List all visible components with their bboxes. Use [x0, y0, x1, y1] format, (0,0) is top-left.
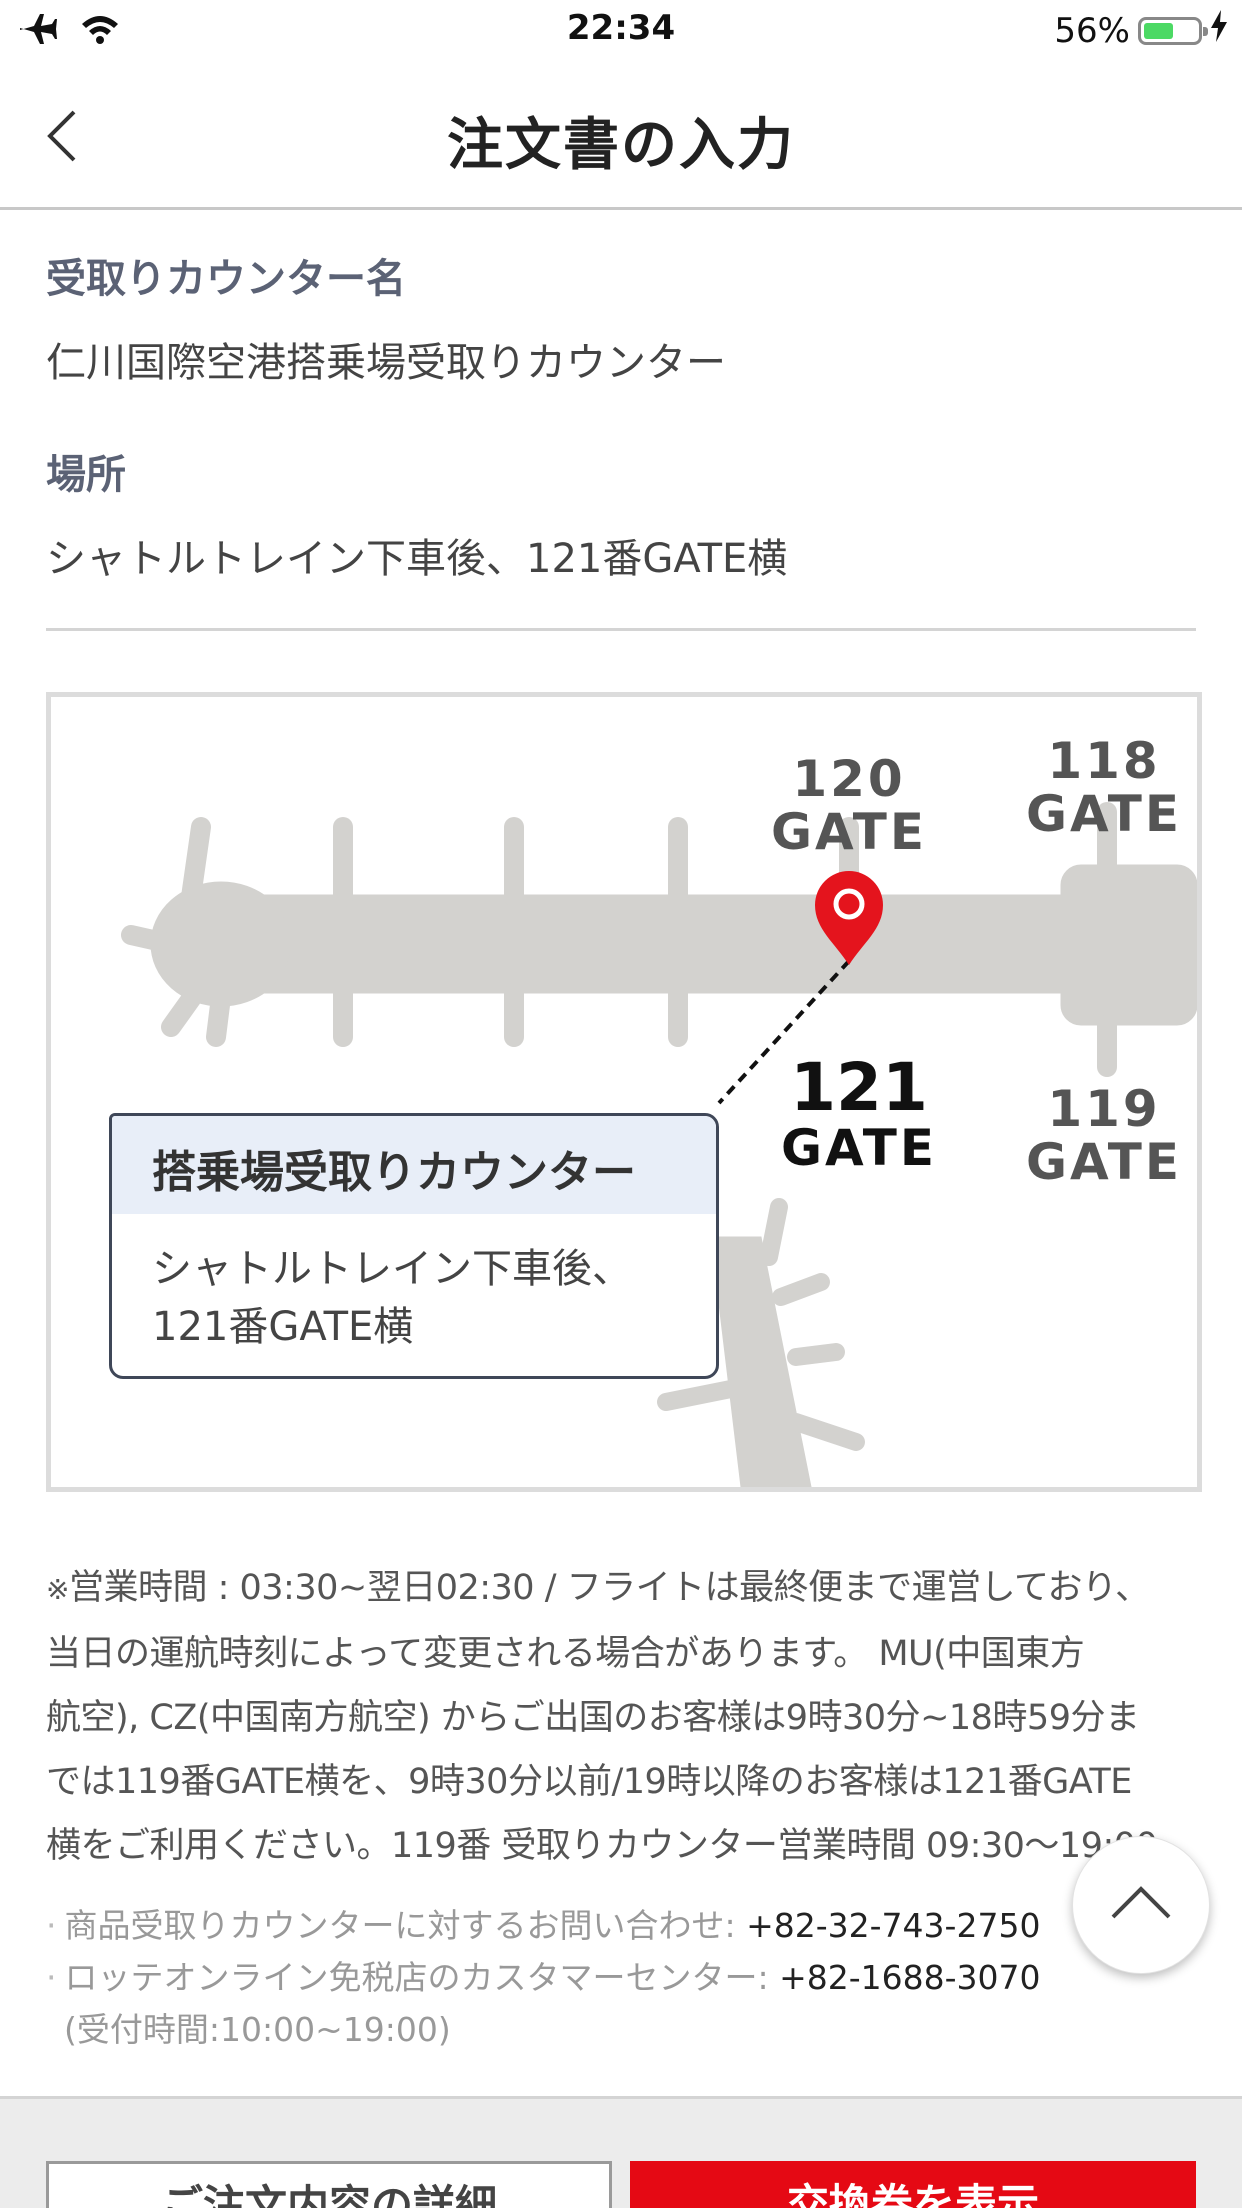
inquiry-line: · 商品受取りカウンターに対するお問い合わせ: +82-32-743-2750	[46, 1906, 1041, 1945]
counter-name-value: 仁川国際空港搭乗場受取りカウンター	[46, 340, 726, 386]
customer-center-label: ロッテオンライン免税店のカスタマーセンター:	[64, 1958, 780, 1997]
status-bar: 22:34 56%	[0, 0, 1242, 62]
location-value: シャトルトレイン下車後、121番GATE横	[46, 536, 788, 582]
show-voucher-button[interactable]: 交換券を表示	[630, 2161, 1196, 2208]
charging-bolt-icon	[1210, 10, 1228, 51]
gate-118-label: 118 GATE	[1025, 732, 1183, 843]
pickup-counter-callout: 搭乗場受取りカウンター シャトルトレイン下車後、 121番GATE横	[109, 1113, 719, 1379]
location-section: 場所	[46, 442, 1196, 500]
order-details-button[interactable]: ご注文内容の詳細	[46, 2161, 612, 2208]
notice-line-1: 営業時間 : 03:30~翌日02:30 / フライトは最終便まで運営しており、	[68, 1568, 1150, 1608]
counter-name-section: 受取りカウンター名	[46, 246, 1196, 304]
gate-map: 120 GATE 118 GATE 121 GATE 119 GATE 搭乗場受取りカウ…	[46, 692, 1202, 1492]
business-hours-notice: ※営業時間 : 03:30~翌日02:30 / フライトは最終便まで運営しており…	[46, 1556, 1206, 1878]
notice-line-2: 当日の運航時刻によって変更される場合があります。 MU(中国東方	[46, 1634, 1085, 1674]
page-title: 注文書の入力	[447, 113, 795, 178]
notice-mark: ※	[46, 1573, 69, 1606]
callout-line-2: 121番GATE横	[152, 1304, 414, 1350]
gate-119-label: 119 GATE	[1025, 1080, 1183, 1191]
battery-percent: 56%	[1054, 10, 1130, 51]
gate-120-label: 120 GATE	[770, 750, 928, 861]
notice-line-5: 横をご利用ください。119番 受取りカウンター営業時間 09:30〜19:00	[46, 1826, 1158, 1866]
callout-line-1: シャトルトレイン下車後、	[152, 1246, 632, 1292]
inquiry-phone-link[interactable]: +82-32-743-2750	[746, 1906, 1040, 1945]
nav-bar: 注文書の入力	[0, 62, 1242, 210]
callout-title: 搭乗場受取りカウンター	[112, 1116, 716, 1214]
chevron-up-icon	[1111, 1886, 1171, 1919]
reception-hours: (受付時間:10:00~19:00)	[64, 2010, 451, 2049]
counter-name-label: 受取りカウンター名	[46, 256, 406, 302]
notice-line-3: 航空), CZ(中国南方航空) からご出国のお客様は9時30分~18時59分ま	[46, 1698, 1140, 1738]
customer-center-line: · ロッテオンライン免税店のカスタマーセンター: +82-1688-3070	[46, 1958, 1041, 1997]
section-divider	[46, 628, 1196, 631]
scroll-to-top-button[interactable]	[1072, 1836, 1210, 1974]
location-label: 場所	[46, 452, 126, 498]
footer-action-bar: ご注文内容の詳細 交換券を表示	[0, 2096, 1242, 2208]
customer-center-phone-link[interactable]: +82-1688-3070	[779, 1958, 1040, 1997]
notice-line-4: では119番GATE横を、9時30分以前/19時以降のお客様は121番GATE	[46, 1762, 1132, 1802]
contact-info: · 商品受取りカウンターに対するお問い合わせ: +82-32-743-2750 ·…	[46, 1900, 1146, 2056]
inquiry-label: 商品受取りカウンターに対するお問い合わせ:	[64, 1906, 747, 1945]
gate-121-label: 121 GATE	[780, 1049, 938, 1178]
battery-icon	[1138, 16, 1208, 45]
